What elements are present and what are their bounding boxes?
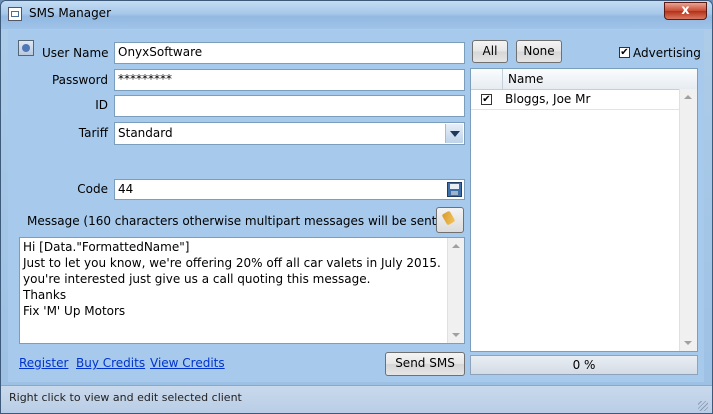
message-line: Fix 'M' Up Motors	[23, 304, 126, 318]
message-scrollbar[interactable]	[447, 238, 464, 343]
close-button[interactable]: x	[664, 2, 707, 20]
brush-icon	[441, 210, 456, 226]
sms-manager-window: SMS Manager x User Name OnyxSoftware Pas…	[0, 0, 713, 414]
scroll-down-icon[interactable]	[452, 333, 460, 337]
id-input[interactable]	[114, 95, 465, 117]
select-all-button[interactable]: All	[472, 40, 508, 63]
tariff-value: Standard	[118, 126, 173, 140]
message-textarea[interactable]: Hi [Data."FormattedName"] Just to let yo…	[19, 237, 465, 344]
message-line: Hi [Data."FormattedName"]	[23, 240, 190, 254]
code-value: 44	[118, 182, 134, 196]
advertising-label: Advertising	[633, 46, 701, 60]
name-column-header[interactable]: Name	[508, 72, 543, 86]
row-checkbox[interactable]: ✔	[481, 94, 492, 105]
buy-credits-link[interactable]: Buy Credits	[76, 356, 145, 370]
title-bar: SMS Manager x	[1, 1, 712, 29]
message-label: Message (160 characters otherwise multip…	[27, 214, 442, 228]
user-name-label: User Name	[42, 46, 109, 60]
code-label: Code	[77, 182, 108, 196]
window-title: SMS Manager	[29, 6, 112, 20]
status-bar: Right click to view and edit selected cl…	[1, 385, 712, 413]
register-link[interactable]: Register	[19, 356, 68, 370]
save-icon[interactable]	[447, 182, 462, 197]
tariff-label: Tariff	[78, 126, 108, 140]
password-label: Password	[51, 73, 108, 87]
tariff-select[interactable]: Standard	[114, 122, 465, 145]
message-line: you're interested just give us a call qu…	[23, 272, 371, 286]
password-input[interactable]: *********	[114, 69, 465, 91]
main-panel: User Name OnyxSoftware Password ********…	[8, 30, 704, 382]
progress-label: 0 %	[572, 358, 596, 372]
client-name: Bloggs, Joe Mr	[505, 92, 591, 106]
message-line: Just to let you know, we're offering 20%…	[23, 256, 457, 270]
send-sms-button[interactable]: Send SMS	[385, 352, 465, 376]
select-column-header	[471, 69, 503, 89]
scroll-up-icon[interactable]	[684, 95, 692, 99]
status-text: Right click to view and edit selected cl…	[9, 391, 242, 404]
scroll-down-icon[interactable]	[684, 341, 692, 345]
scroll-up-icon[interactable]	[452, 244, 460, 248]
message-line: Thanks	[23, 288, 67, 302]
advertising-checkbox[interactable]: ✔	[619, 47, 630, 58]
grid-scrollbar[interactable]	[679, 89, 697, 351]
clean-message-button[interactable]	[436, 207, 464, 233]
help-icon[interactable]	[18, 40, 34, 56]
user-name-input[interactable]: OnyxSoftware	[114, 42, 465, 64]
clients-grid[interactable]: Name ✔ Bloggs, Joe Mr	[470, 68, 698, 352]
resize-grip-icon[interactable]	[698, 401, 708, 411]
select-none-button[interactable]: None	[516, 40, 562, 63]
view-credits-link[interactable]: View Credits	[150, 356, 225, 370]
send-progress-bar: 0 %	[470, 355, 698, 375]
grid-header: Name	[471, 69, 697, 90]
code-input[interactable]: 44	[114, 179, 465, 200]
app-icon	[8, 7, 22, 21]
table-row[interactable]: ✔ Bloggs, Joe Mr	[471, 90, 697, 110]
id-label: ID	[95, 98, 108, 112]
chevron-down-icon[interactable]	[445, 124, 463, 143]
